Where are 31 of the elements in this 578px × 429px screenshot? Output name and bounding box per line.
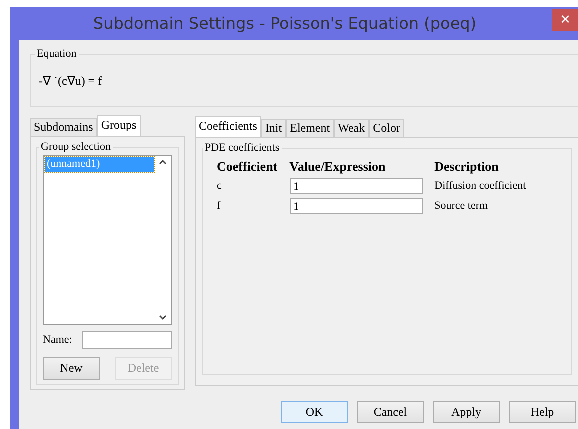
field-label: Name: (43, 334, 72, 346)
window-title: Subdomain Settings - Poisson's Equation (poeq) (93, 14, 477, 33)
dialog-button[interactable]: OK (281, 401, 348, 423)
tab[interactable]: Color (369, 119, 404, 137)
group-label: Group selection (40, 141, 112, 153)
group-button[interactable]: New (43, 357, 100, 380)
value-field[interactable]: 1 (290, 198, 423, 214)
tab[interactable]: Weak (334, 119, 370, 137)
tab[interactable]: Coefficients (195, 116, 262, 137)
value-field[interactable]: 1 (290, 178, 423, 194)
scroll-up-icon[interactable] (159, 160, 167, 165)
dialog-button[interactable]: Apply (433, 401, 500, 423)
group-label: PDE coefficients (204, 142, 281, 154)
coefficient-name: f (216, 199, 222, 214)
dialog-button[interactable]: Help (509, 401, 576, 423)
tab[interactable]: Element (286, 119, 334, 137)
close-button[interactable]: ✕ (552, 9, 578, 31)
column-header: Value/Expression (288, 158, 387, 176)
dialog-button[interactable]: Cancel (357, 401, 424, 423)
column-header: Coefficient (216, 158, 279, 176)
tab[interactable]: Subdomains (30, 118, 98, 136)
tab[interactable]: Groups (97, 115, 141, 136)
description-text: Diffusion coefficient (434, 179, 528, 194)
coefficient-name: c (216, 179, 223, 194)
tab[interactable]: Init (261, 119, 286, 137)
column-header: Description (434, 158, 500, 176)
equation-text: -∇ ˙(c∇u) = f (39, 74, 102, 88)
description-text: Source term (434, 199, 490, 214)
scroll-down-icon[interactable] (159, 315, 167, 320)
name-field[interactable] (82, 331, 172, 349)
group-label: Equation (36, 48, 78, 60)
